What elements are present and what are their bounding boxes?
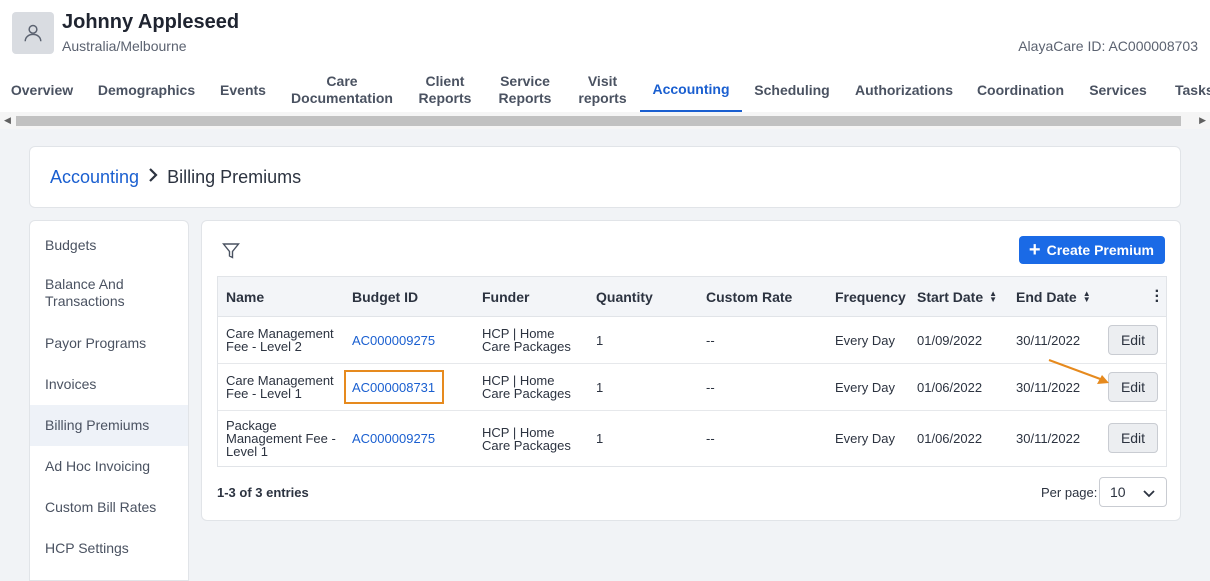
row-name: Care Management Fee - Level 1 — [226, 373, 334, 401]
sidenav-item-ad-hoc-invoicing[interactable]: Ad Hoc Invoicing — [30, 446, 188, 487]
entries-count: 1-3 of 3 entries — [217, 485, 309, 500]
sidenav-item-hcp-settings[interactable]: HCP Settings — [30, 528, 188, 569]
row-funder: HCP | Home Care Packages — [482, 373, 571, 401]
client-timezone: Australia/Melbourne — [62, 38, 187, 54]
column-end-date[interactable]: End Date ▲ ▼ — [1016, 277, 1091, 317]
scrollbar-thumb[interactable] — [16, 116, 1181, 126]
user-icon — [24, 24, 42, 42]
column-name[interactable]: Name — [226, 277, 264, 317]
row-start-date: 01/06/2022 — [917, 431, 983, 446]
tab-visit-reports[interactable]: Visit reports — [570, 68, 635, 112]
breadcrumb: Accounting Billing Premiums — [29, 146, 1181, 208]
sidenav-item-payor-programs[interactable]: Payor Programs — [30, 323, 188, 364]
column-quantity[interactable]: Quantity — [596, 277, 653, 317]
row-custom-rate: -- — [706, 379, 715, 395]
sidenav-item-billing-premiums[interactable]: Billing Premiums — [30, 405, 188, 446]
row-budget-id-link[interactable]: AC000009275 — [352, 317, 435, 363]
column-funder[interactable]: Funder — [482, 277, 529, 317]
alayacare-id: AlayaCare ID: AC000008703 — [1018, 38, 1198, 54]
row-frequency: Every Day — [835, 431, 895, 446]
row-name: Package Management Fee - Level 1 — [226, 418, 336, 459]
column-frequency[interactable]: Frequency — [835, 277, 906, 317]
billing-premiums-panel: + Create Premium Name Budget ID Funder Q… — [201, 220, 1181, 521]
row-budget-id-link[interactable]: AC000009275 — [352, 411, 435, 466]
scroll-left-icon[interactable]: ◀ — [4, 115, 11, 125]
sidenav-item-budgets[interactable]: Budgets — [30, 221, 188, 269]
row-quantity: 1 — [596, 332, 604, 348]
tab-tasks[interactable]: Tasks — [1165, 68, 1210, 112]
per-page-label: Per page: — [1041, 485, 1098, 500]
edit-button[interactable]: Edit — [1108, 423, 1158, 453]
per-page-select[interactable]: 10 — [1099, 477, 1167, 507]
row-custom-rate: -- — [706, 431, 715, 446]
tab-client-reports[interactable]: Client Reports — [410, 68, 480, 112]
filter-icon[interactable] — [222, 242, 240, 260]
table-header: Name Budget ID Funder Quantity Custom Ra… — [218, 277, 1166, 317]
row-custom-rate: -- — [706, 332, 715, 348]
row-start-date: 01/09/2022 — [917, 332, 983, 348]
chevron-down-icon — [1143, 490, 1155, 498]
table-row: Care Management Fee - Level 2 AC00000927… — [218, 317, 1166, 364]
premiums-table: Name Budget ID Funder Quantity Custom Ra… — [217, 276, 1167, 467]
tab-scheduling[interactable]: Scheduling — [748, 68, 836, 112]
column-budget-id[interactable]: Budget ID — [352, 277, 418, 317]
plus-icon: + — [1028, 239, 1041, 261]
row-name: Care Management Fee - Level 2 — [226, 326, 334, 354]
column-start-date[interactable]: Start Date ▲ ▼ — [917, 277, 997, 317]
row-funder: HCP | Home Care Packages — [482, 424, 571, 453]
annotation-arrow-icon — [1048, 359, 1109, 384]
sidenav-item-custom-bill-rates[interactable]: Custom Bill Rates — [30, 487, 188, 528]
row-start-date: 01/06/2022 — [917, 379, 983, 395]
tab-authorizations[interactable]: Authorizations — [848, 68, 960, 112]
scroll-right-icon[interactable]: ▶ — [1199, 115, 1206, 125]
column-custom-rate[interactable]: Custom Rate — [706, 277, 792, 317]
tab-scrollbar[interactable]: ◀ ▶ — [0, 112, 1210, 129]
tab-overview[interactable]: Overview — [0, 68, 84, 112]
chevron-right-icon — [147, 167, 159, 188]
edit-button[interactable]: Edit — [1108, 372, 1158, 402]
avatar — [12, 12, 54, 54]
table-row: Care Management Fee - Level 1 AC00000873… — [218, 364, 1166, 411]
row-frequency: Every Day — [835, 379, 895, 395]
tab-events[interactable]: Events — [210, 68, 276, 112]
row-end-date: 30/11/2022 — [1016, 431, 1081, 446]
create-premium-button[interactable]: + Create Premium — [1018, 236, 1165, 264]
sort-icon[interactable]: ▲ ▼ — [1083, 290, 1091, 304]
tab-bar: Overview Demographics Events Care Documen… — [0, 68, 1210, 112]
breadcrumb-accounting-link[interactable]: Accounting — [50, 167, 139, 188]
tab-demographics[interactable]: Demographics — [88, 68, 205, 112]
row-frequency: Every Day — [835, 332, 895, 348]
tab-services[interactable]: Services — [1082, 68, 1154, 112]
tab-care-documentation[interactable]: Care Documentation — [283, 68, 401, 112]
row-quantity: 1 — [596, 379, 604, 395]
accounting-sidenav: Budgets Balance And Transactions Payor Pr… — [29, 220, 189, 581]
edit-button[interactable]: Edit — [1108, 325, 1158, 355]
sidenav-item-invoices[interactable]: Invoices — [30, 364, 188, 405]
row-quantity: 1 — [596, 431, 604, 446]
row-funder: HCP | Home Care Packages — [482, 326, 571, 354]
client-name: Johnny Appleseed — [62, 11, 240, 33]
client-header: Johnny Appleseed Australia/Melbourne Ala… — [0, 0, 1210, 112]
tab-service-reports[interactable]: Service Reports — [490, 68, 560, 112]
tab-coordination[interactable]: Coordination — [970, 68, 1071, 112]
tab-accounting[interactable]: Accounting — [640, 68, 742, 112]
sidenav-item-balance-and-transactions[interactable]: Balance And Transactions — [30, 269, 188, 317]
breadcrumb-current: Billing Premiums — [167, 166, 302, 187]
sort-icon[interactable]: ▲ ▼ — [989, 290, 997, 304]
budget-id-highlight — [344, 370, 444, 404]
column-options-icon[interactable]: · · · — [1155, 284, 1160, 310]
table-row: Package Management Fee - Level 1 AC00000… — [218, 411, 1166, 466]
